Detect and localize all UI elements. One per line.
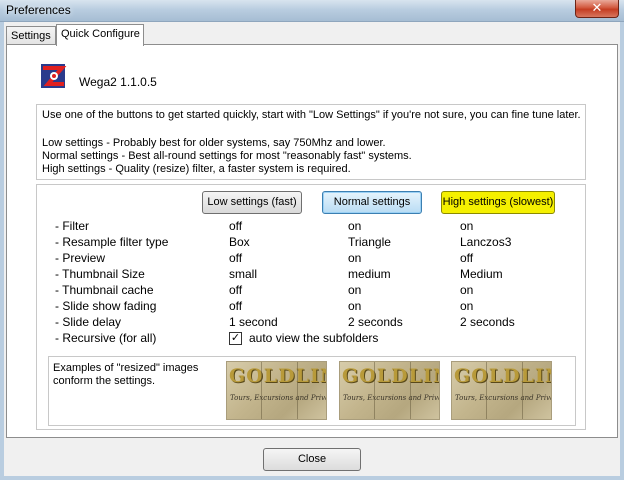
tab-quick-configure[interactable]: Quick Configure (56, 24, 144, 46)
normal-value-slide-delay: 2 seconds (348, 315, 403, 329)
example-image-normal: GOLDLIN Tours, Excursions and Priva (339, 361, 440, 420)
normal-value-filter: on (348, 219, 362, 233)
thumb-title: GOLDLIN (229, 365, 326, 387)
thumb-subtitle: Tours, Excursions and Priva (343, 394, 440, 402)
option-label-slide-delay: - Slide delay (55, 315, 122, 329)
high-value-filter: on (460, 219, 474, 233)
normal-value-preview: on (348, 251, 362, 265)
example-image-low: GOLDLIN Tours, Excursions and Priva (226, 361, 327, 420)
recursive-checkbox-label[interactable]: auto view the subfolders (249, 331, 378, 345)
low-value-thumb-cache: off (229, 283, 243, 297)
thumb-subtitle: Tours, Excursions and Priva (230, 394, 327, 402)
low-value-preview: off (229, 251, 243, 265)
high-settings-button[interactable]: High settings (slowest) (441, 191, 555, 214)
normal-value-thumb-cache: on (348, 283, 362, 297)
normal-value-fading: on (348, 299, 362, 313)
normal-settings-button[interactable]: Normal settings (322, 191, 422, 214)
option-label-fading: - Slide show fading (55, 299, 157, 313)
window-title: Preferences (6, 3, 71, 17)
option-label-filter: - Filter (55, 219, 89, 233)
wega-logo-icon (41, 64, 67, 88)
close-icon: ✕ (591, 1, 603, 16)
normal-value-thumb-size: medium (348, 267, 391, 281)
option-label-recursive: - Recursive (for all) (55, 331, 157, 345)
examples-text: Examples of "resized" images conform the… (53, 362, 199, 387)
intro-text: Use one of the buttons to get started qu… (42, 109, 581, 121)
high-value-preview: off (460, 251, 474, 265)
low-value-resample: Box (229, 235, 250, 249)
high-value-thumb-cache: on (460, 283, 474, 297)
app-version: Wega2 1.1.0.5 (79, 75, 157, 89)
intro-low: Low settings - Probably best for older s… (42, 137, 386, 149)
thumb-subtitle: Tours, Excursions and Priva (455, 394, 552, 402)
tab-label: Quick Configure (61, 28, 140, 40)
example-image-high: GOLDLIN Tours, Excursions and Priva (451, 361, 552, 420)
intro-high: High settings - Quality (resize) filter,… (42, 163, 351, 175)
low-value-fading: off (229, 299, 243, 313)
low-value-slide-delay: 1 second (229, 315, 278, 329)
close-button[interactable]: Close (263, 448, 361, 471)
normal-value-resample: Triangle (348, 235, 391, 249)
low-value-thumb-size: small (229, 267, 258, 281)
checkmark-icon: ✓ (230, 331, 241, 344)
option-label-thumb-size: - Thumbnail Size (55, 267, 145, 281)
tab-label: Settings (11, 30, 51, 42)
high-value-fading: on (460, 299, 474, 313)
high-value-slide-delay: 2 seconds (460, 315, 515, 329)
tab-settings[interactable]: Settings (6, 26, 56, 46)
option-label-resample: - Resample filter type (55, 235, 169, 249)
high-value-thumb-size: Medium (460, 267, 503, 281)
intro-normal: Normal settings - Best all-round setting… (42, 150, 412, 162)
thumb-title: GOLDLIN (454, 365, 551, 387)
low-settings-button[interactable]: Low settings (fast) (202, 191, 302, 214)
title-bar: Preferences ✕ (0, 0, 624, 22)
option-label-thumb-cache: - Thumbnail cache (55, 283, 154, 297)
option-label-preview: - Preview (55, 251, 106, 265)
thumb-title: GOLDLIN (342, 365, 439, 387)
window-close-button[interactable]: ✕ (575, 0, 619, 18)
intro-box: Use one of the buttons to get started qu… (36, 104, 586, 180)
low-value-filter: off (229, 219, 243, 233)
recursive-checkbox[interactable]: ✓ (229, 331, 242, 345)
high-value-resample: Lanczos3 (460, 235, 512, 249)
